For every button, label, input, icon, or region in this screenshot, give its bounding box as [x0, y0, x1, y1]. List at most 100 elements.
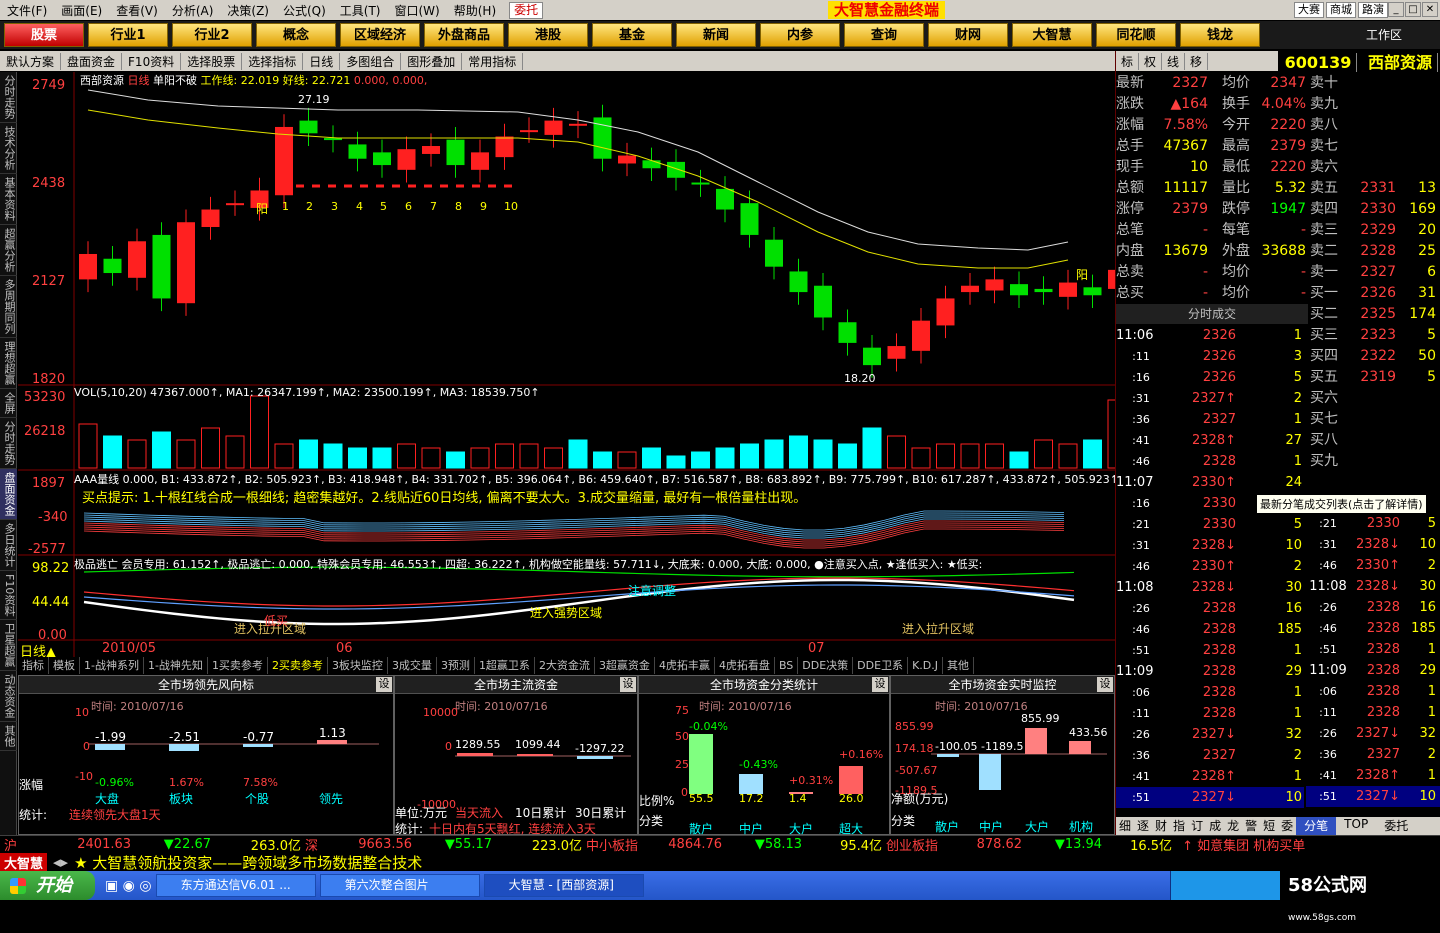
menu-analysis[interactable]: 分析(A) [165, 2, 221, 19]
btab[interactable]: 其他 [943, 657, 974, 674]
ltab-other[interactable]: 其他 [0, 722, 17, 752]
btab[interactable]: 3板块监控 [328, 657, 388, 674]
quote-tab[interactable]: 权 [1139, 52, 1163, 70]
quote-bottom-tab[interactable]: 财 [1152, 817, 1170, 835]
btab[interactable]: 1-战神先知 [144, 657, 208, 674]
ltab-basic[interactable]: 基本资料 [0, 174, 17, 225]
btab[interactable]: DDE决策 [798, 657, 854, 674]
btab-active[interactable]: 2买卖参考 [268, 657, 328, 674]
book-row[interactable]: 卖七 [1310, 136, 1440, 157]
book-row[interactable]: 卖二 2328 25 [1310, 241, 1440, 262]
ltab-fullscreen[interactable]: 全屏 [0, 389, 17, 418]
btab[interactable]: 1超赢卫系 [475, 657, 535, 674]
quote-tab[interactable]: 线 [1162, 52, 1186, 70]
trade-button[interactable]: 委托 [509, 1, 544, 19]
brand-badge[interactable]: 大智慧 [0, 852, 48, 872]
nav-finance-web[interactable]: 财网 [928, 23, 1008, 47]
kline-chart-area[interactable]: 西部资源 日线 单阳不破 工作线: 22.019 好线: 22.721 0.00… [18, 72, 1127, 660]
menu-view-screen[interactable]: 画面(E) [54, 2, 109, 19]
book-row[interactable]: 卖一 2327 6 [1310, 262, 1440, 283]
workspace-label[interactable]: 工作区 [1366, 26, 1402, 43]
ltab-intraday[interactable]: 分时走势 [0, 72, 17, 123]
task-folder[interactable]: 第六次整合图片 [319, 874, 480, 897]
sh-label[interactable]: 沪 [0, 835, 21, 854]
book-row[interactable]: 卖六 [1310, 157, 1440, 178]
btab[interactable]: 2大资金流 [535, 657, 595, 674]
ltab-multi-period[interactable]: 多周期同列 [0, 276, 17, 338]
settings-button[interactable]: 设 [376, 677, 392, 692]
quote-bottom-tab[interactable]: 指 [1170, 817, 1188, 835]
nav-concept[interactable]: 概念 [256, 23, 336, 47]
btab[interactable]: 4虎拓丰赢 [655, 657, 715, 674]
nav-news[interactable]: 新闻 [676, 23, 756, 47]
start-button[interactable]: 开始 [0, 871, 95, 900]
menu-tools[interactable]: 工具(T) [333, 2, 388, 19]
book-row[interactable]: 卖四 2330 169 [1310, 199, 1440, 220]
toolbar-common-indicator[interactable]: 常用指标 [462, 52, 524, 70]
toolbar-overlay[interactable]: 图形叠加 [401, 52, 463, 70]
btab[interactable]: 4虎拓看盘 [715, 657, 775, 674]
menu-formula[interactable]: 公式(Q) [276, 2, 333, 19]
toolbar-select-stock[interactable]: 选择股票 [181, 52, 243, 70]
menu-decision[interactable]: 决策(Z) [220, 2, 276, 19]
mall-link[interactable]: 商城 [1326, 2, 1356, 18]
tick-list-2[interactable]: :21 2330 5:31 2328↓ 10:46 2330↑ 2 11:08 2328↓ 30:… [1306, 513, 1440, 807]
settings-button[interactable]: 设 [620, 677, 636, 692]
nav-insider[interactable]: 内参 [760, 23, 840, 47]
ltab-multi-day[interactable]: 多日统计 [0, 520, 17, 571]
ltab-super[interactable]: 超赢分析 [0, 225, 17, 276]
nav-dzh[interactable]: 大智慧 [1012, 23, 1092, 47]
book-row[interactable]: 买五 2319 5 [1310, 367, 1440, 388]
btab[interactable]: K.D.J [908, 657, 943, 674]
toolbar-select-indicator[interactable]: 选择指标 [242, 52, 304, 70]
book-row[interactable]: 买一 2326 31 [1310, 283, 1440, 304]
nav-ths[interactable]: 同花顺 [1096, 23, 1176, 47]
book-row[interactable]: 买六 [1310, 388, 1440, 409]
nav-stocks[interactable]: 股票 [4, 23, 84, 47]
toolbar-capital[interactable]: 盘面资金 [61, 52, 123, 70]
quote-bottom-tab[interactable]: 龙 [1224, 817, 1242, 835]
task-dzh[interactable]: 大智慧 - [西部资源] [483, 874, 644, 897]
ltab-f10[interactable]: F10资料 [0, 571, 17, 621]
btab[interactable]: 1买卖参考 [208, 657, 268, 674]
nav-funds[interactable]: 基金 [592, 23, 672, 47]
nav-hk-stocks[interactable]: 港股 [508, 23, 588, 47]
btab[interactable]: 3超赢资金 [595, 657, 655, 674]
toolbar-f10[interactable]: F10资料 [122, 52, 182, 70]
book-row[interactable]: 买三 2323 5 [1310, 325, 1440, 346]
btab[interactable]: 3预测 [437, 657, 475, 674]
nav-foreign-commodity[interactable]: 外盘商品 [424, 23, 504, 47]
contest-link[interactable]: 大赛 [1294, 2, 1324, 18]
roadshow-link[interactable]: 路演 [1358, 2, 1388, 18]
quote-bottom-tab[interactable]: 订 [1188, 817, 1206, 835]
btab[interactable]: DDE卫系 [853, 657, 909, 674]
task-tdx[interactable]: 东方通达信V6.01 ... [155, 874, 316, 897]
settings-button[interactable]: 设 [1097, 677, 1113, 692]
book-row[interactable]: 买二 2325 174 [1310, 304, 1440, 325]
menu-window[interactable]: 窗口(W) [388, 2, 447, 19]
news-ticker[interactable]: ↑ 如意集团 机构买单 [1172, 835, 1305, 854]
ticker-arrows-icon[interactable]: ◂▸ [47, 853, 74, 871]
minimize-icon[interactable]: _ [1388, 2, 1404, 17]
quote-tab[interactable]: 标 [1116, 52, 1140, 70]
book-row[interactable]: 买四 2322 50 [1310, 346, 1440, 367]
ltab-satellite[interactable]: 卫星超赢 [0, 620, 17, 672]
quote-tab[interactable]: 移 [1185, 52, 1209, 70]
book-row[interactable]: 买七 [1310, 409, 1440, 430]
ltab-intraday2[interactable]: 分时走势 [0, 418, 17, 469]
quote-bottom-tab[interactable]: 委 [1278, 817, 1296, 835]
btab[interactable]: 指标 [18, 657, 49, 674]
menu-help[interactable]: 帮助(H) [447, 2, 503, 19]
tick-list[interactable]: 11:06 2326 1:11 2326 3:16 2326 5:31 2327↑ 2:36 23… [1116, 325, 1304, 808]
quote-bottom-tab[interactable]: 逐 [1134, 817, 1152, 835]
book-row[interactable]: 卖八 [1310, 115, 1440, 136]
cy-label[interactable]: 创业板指 [882, 835, 942, 854]
quicklaunch-icons[interactable]: ▣ ◉ ◎ [105, 878, 152, 894]
nav-region[interactable]: 区域经济 [340, 23, 420, 47]
quote-bottom-tab[interactable]: 成 [1206, 817, 1224, 835]
quote-bottom-tab2[interactable]: 委托 [1376, 817, 1417, 835]
book-row[interactable]: 买九 [1310, 451, 1440, 472]
book-row[interactable]: 买八 [1310, 430, 1440, 451]
ltab-dynamic[interactable]: 动态资金 [0, 671, 17, 723]
nav-industry1[interactable]: 行业1 [88, 23, 168, 47]
